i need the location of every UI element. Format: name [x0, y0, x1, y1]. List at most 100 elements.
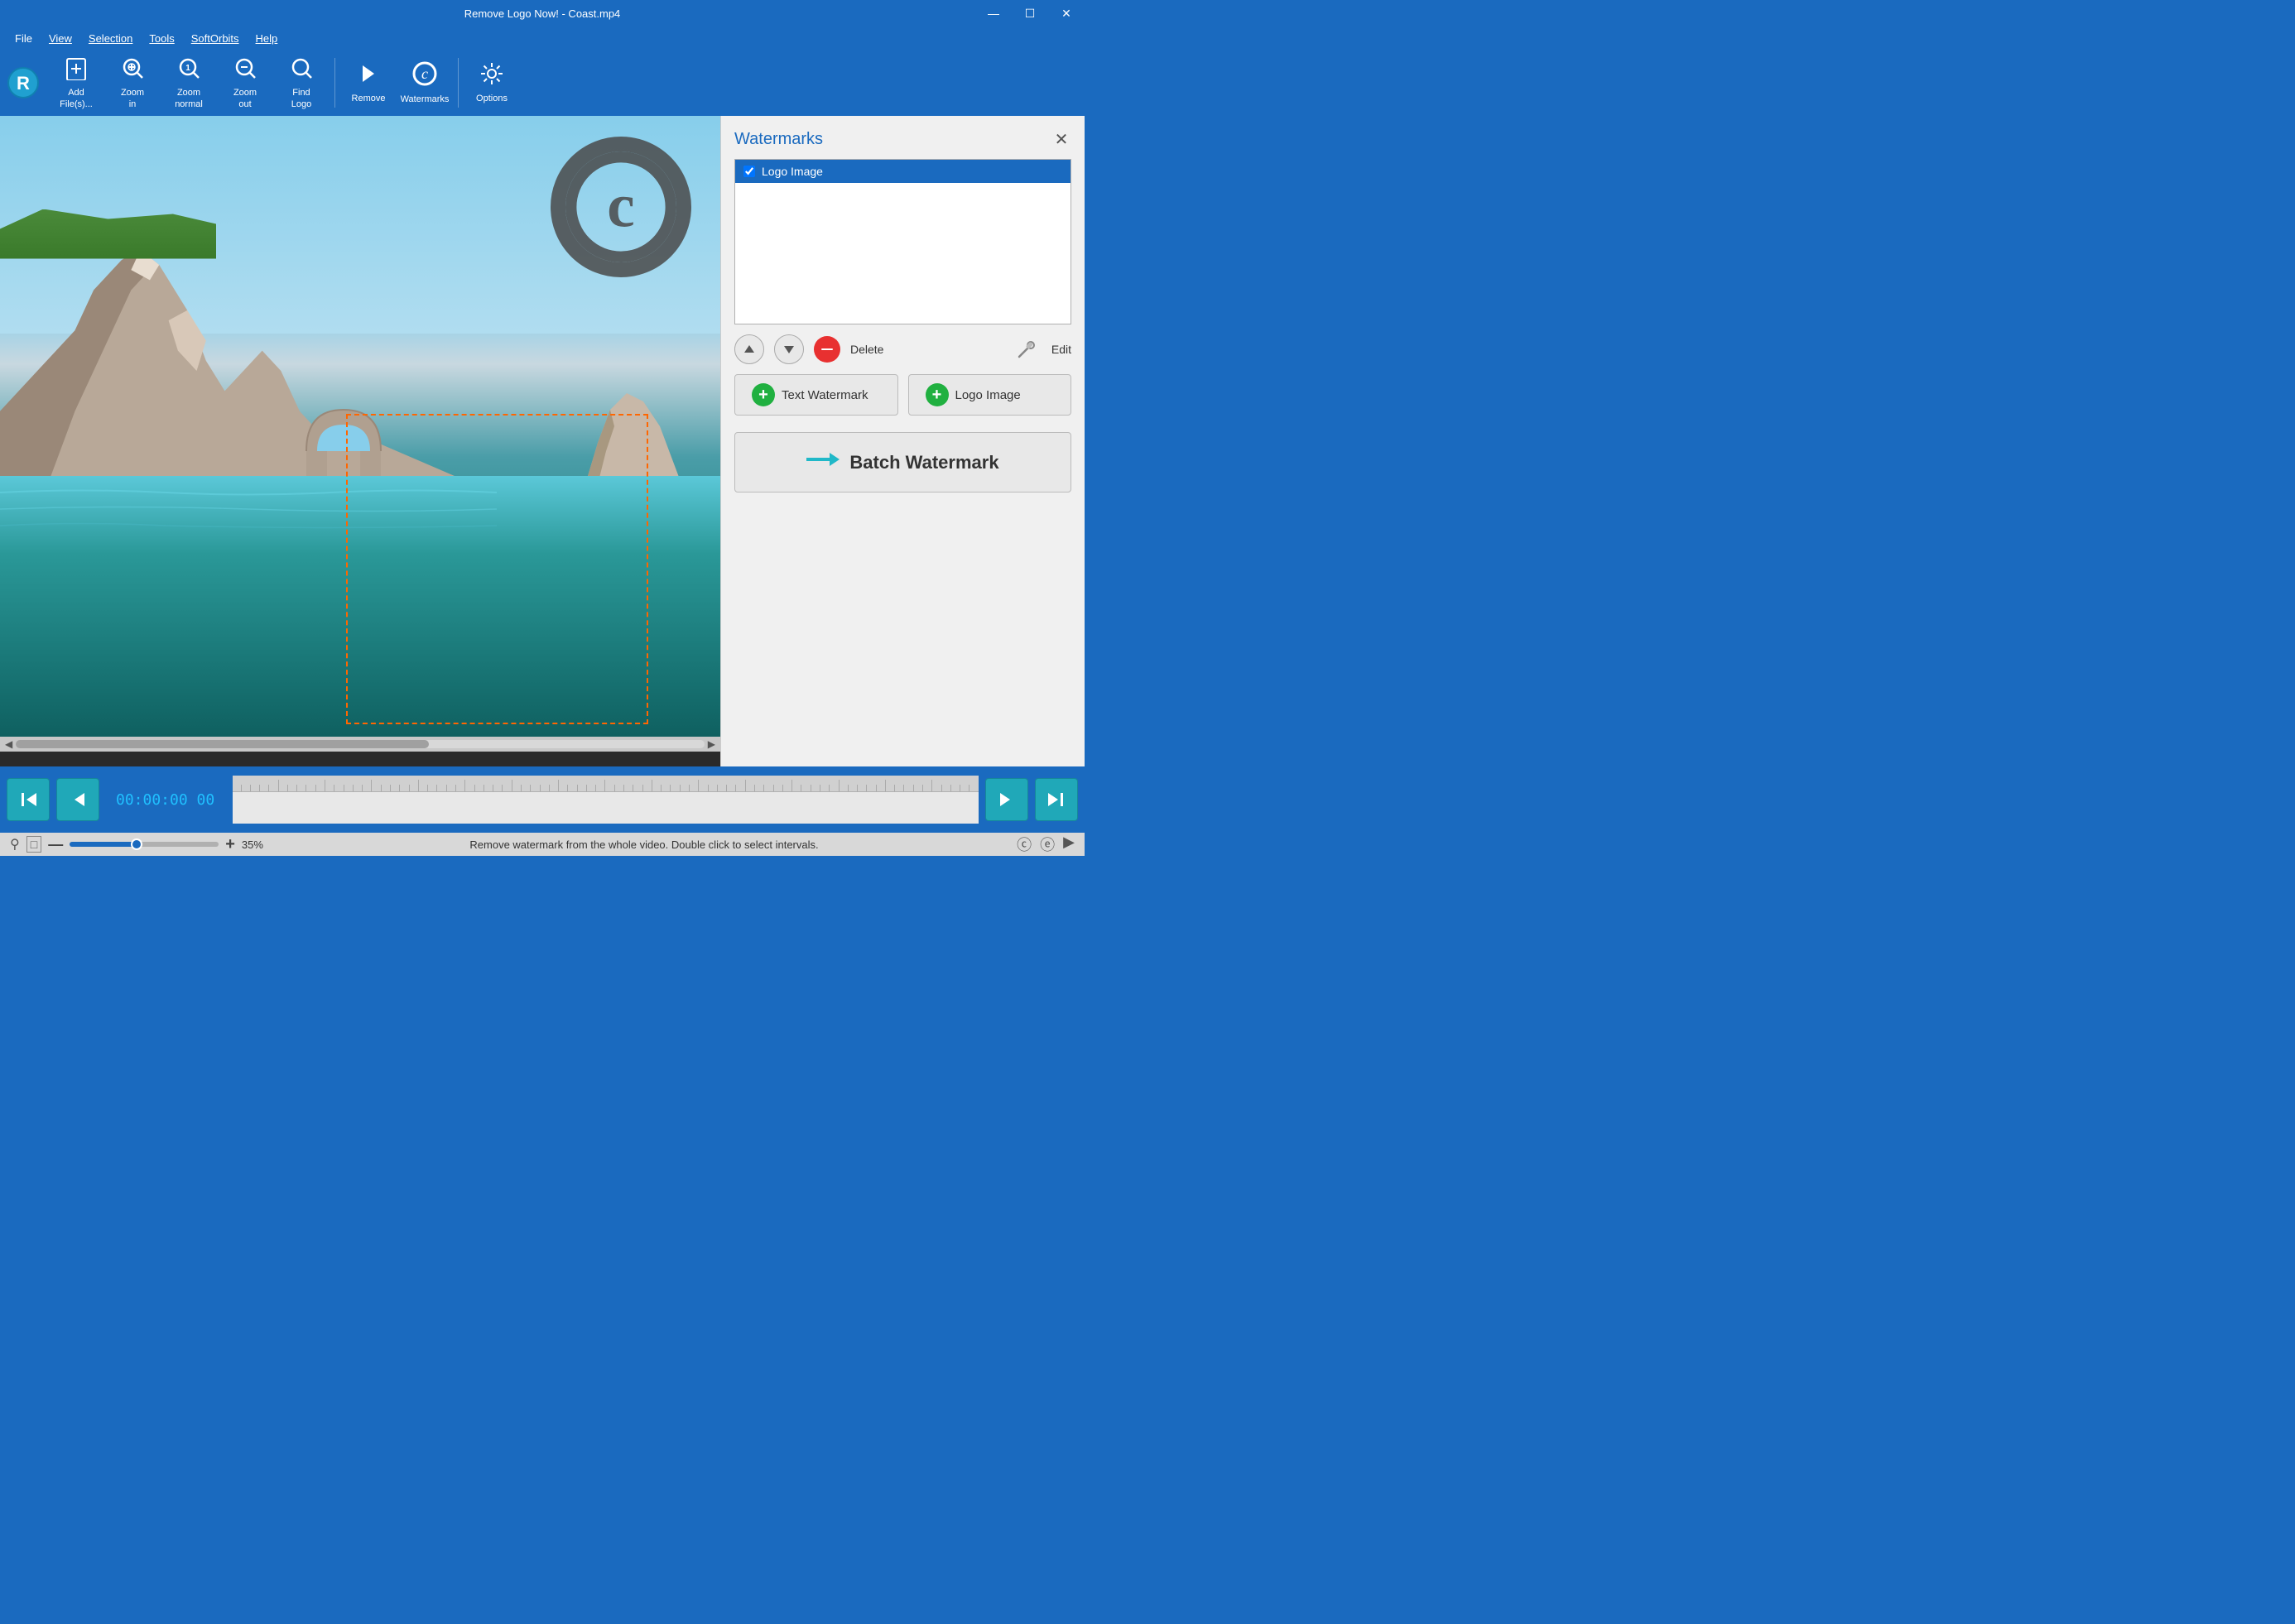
zoom-normal-label: Zoomnormal [175, 88, 203, 109]
toolbar-separator-1 [334, 58, 335, 108]
delete-button[interactable] [814, 336, 840, 363]
edit-icon [1012, 334, 1042, 364]
add-files-button[interactable]: AddFile(s)... [50, 53, 103, 113]
panel-close-button[interactable]: ✕ [1051, 129, 1071, 149]
video-scene: c [0, 116, 720, 737]
scroll-right-arrow[interactable]: ▶ [705, 738, 719, 750]
youtube-icon[interactable]: ▶ [1063, 834, 1075, 855]
status-text: Remove watermark from the whole video. D… [278, 838, 1010, 851]
app-title: Remove Logo Now! - Coast.mp4 [464, 7, 621, 20]
svg-text:c: c [421, 65, 428, 82]
zoom-out-button[interactable]: Zoomout [219, 53, 272, 113]
options-label: Options [476, 94, 508, 104]
add-files-label: AddFile(s)... [60, 88, 93, 109]
zoom-in-icon [120, 55, 145, 84]
remove-button[interactable]: Remove [342, 53, 395, 113]
zoom-in-button[interactable]: Zoomin [106, 53, 159, 113]
close-button[interactable]: ✕ [1048, 0, 1085, 26]
status-select-rect-icon[interactable]: □ [26, 836, 41, 853]
batch-watermark-label: Batch Watermark [849, 452, 998, 473]
minimize-button[interactable]: — [975, 0, 1012, 26]
sea [0, 476, 720, 737]
watermark-item-logo[interactable]: Logo Image [735, 160, 1071, 183]
move-up-button[interactable] [734, 334, 764, 364]
panel-title: Watermarks [734, 130, 823, 149]
text-watermark-plus-icon: + [752, 383, 775, 406]
timeline-ruler: // Will be generated in JS below [231, 776, 979, 792]
text-watermark-button[interactable]: + Text Watermark [734, 374, 898, 416]
menu-softorbits[interactable]: SoftOrbits [183, 29, 248, 48]
remove-label: Remove [352, 94, 386, 104]
zoom-normal-button[interactable]: 1 Zoomnormal [162, 53, 215, 113]
watermark-item-checkbox[interactable] [743, 166, 755, 177]
toolbar: R AddFile(s)... Zoomin [0, 50, 1085, 116]
twitter-icon[interactable]: ⓔ [1040, 834, 1055, 855]
zoom-slider-fill [70, 842, 137, 847]
batch-arrow-icon [806, 448, 840, 477]
move-down-button[interactable] [774, 334, 804, 364]
logo-image-label: Logo Image [955, 388, 1021, 402]
menu-file[interactable]: File [7, 29, 41, 48]
options-button[interactable]: Options [465, 53, 518, 113]
main-content: c ◀ ▶ Watermarks ✕ [0, 116, 1085, 766]
svg-text:1: 1 [185, 64, 190, 73]
timeline-last-button[interactable] [1035, 778, 1078, 821]
video-canvas[interactable]: c [0, 116, 720, 737]
options-icon [479, 61, 504, 90]
watermarks-list[interactable]: Logo Image [734, 159, 1071, 324]
find-logo-label: FindLogo [291, 88, 311, 109]
copyright-symbol: c [551, 137, 691, 277]
zoom-in-label: Zoomin [121, 88, 144, 109]
menu-tools[interactable]: Tools [141, 29, 182, 48]
logo-image-button[interactable]: + Logo Image [908, 374, 1072, 416]
zoom-out-label: Zoomout [233, 88, 257, 109]
timeline-prev-button[interactable] [56, 778, 99, 821]
watermarks-button[interactable]: c Watermarks [398, 53, 451, 113]
watermarks-label: Watermarks [401, 94, 450, 105]
window-controls: — ☐ ✕ [975, 0, 1085, 26]
batch-watermark-button[interactable]: Batch Watermark [734, 432, 1071, 492]
find-logo-button[interactable]: FindLogo [275, 53, 328, 113]
timeline-next-button[interactable] [985, 778, 1028, 821]
timeline-first-button[interactable] [7, 778, 50, 821]
title-bar: Remove Logo Now! - Coast.mp4 — ☐ ✕ [0, 0, 1085, 26]
timeline-area: 00:00:00 00 // Will be generated in JS b… [0, 766, 1085, 833]
edit-label[interactable]: Edit [1051, 343, 1071, 356]
scrollbar-thumb[interactable] [16, 740, 429, 748]
panel-header: Watermarks ✕ [734, 129, 1071, 149]
logo-image-plus-icon: + [926, 383, 949, 406]
scrollbar-track[interactable] [16, 740, 705, 748]
zoom-plus-button[interactable]: + [225, 835, 235, 854]
watermarks-icon: c [411, 60, 438, 91]
svg-text:c: c [607, 171, 634, 240]
zoom-slider-thumb[interactable] [131, 838, 142, 850]
remove-icon [356, 61, 381, 90]
zoom-minus-button[interactable]: — [48, 836, 63, 853]
zoom-out-icon [233, 55, 257, 84]
zoom-slider[interactable] [70, 842, 219, 847]
zoom-normal-icon: 1 [176, 55, 201, 84]
find-logo-icon [289, 55, 314, 84]
status-bar: ⚲ □ — + 35% Remove watermark from the wh… [0, 833, 1085, 856]
social-icons: ⓒ ⓔ ▶ [1017, 834, 1075, 855]
timeline-cursor [231, 776, 233, 824]
svg-text:R: R [17, 73, 30, 94]
delete-label[interactable]: Delete [850, 343, 883, 356]
add-files-icon [64, 55, 89, 84]
zoom-percent-label: 35% [242, 838, 272, 851]
maximize-button[interactable]: ☐ [1012, 0, 1048, 26]
menu-view[interactable]: View [41, 29, 80, 48]
menu-bar: File View Selection Tools SoftOrbits Hel… [0, 26, 1085, 50]
time-display: 00:00:00 00 [106, 791, 224, 809]
timeline-track[interactable]: // Will be generated in JS below [231, 776, 979, 824]
facebook-icon[interactable]: ⓒ [1017, 834, 1032, 855]
watermarks-panel: Watermarks ✕ Logo Image [720, 116, 1085, 766]
horizontal-scrollbar[interactable]: ◀ ▶ [0, 737, 720, 752]
scroll-left-arrow[interactable]: ◀ [2, 738, 16, 750]
toolbar-separator-2 [458, 58, 459, 108]
controls-row: Delete Edit [734, 334, 1071, 364]
menu-selection[interactable]: Selection [80, 29, 141, 48]
status-zoom-icon[interactable]: ⚲ [10, 836, 20, 853]
app-logo: R [7, 66, 40, 99]
menu-help[interactable]: Help [248, 29, 286, 48]
